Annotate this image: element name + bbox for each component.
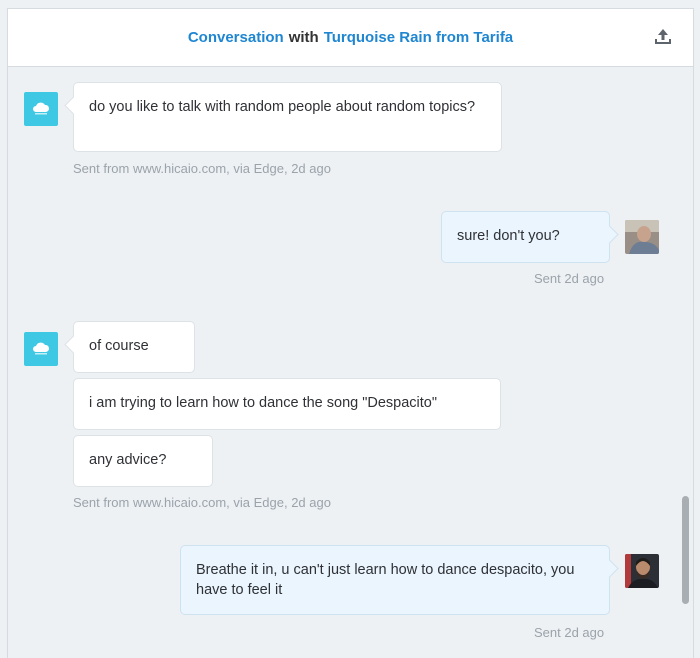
message-text: sure! don't you?	[457, 228, 560, 244]
message-text: any advice?	[89, 452, 167, 468]
bot-avatar	[24, 92, 58, 126]
upload-icon[interactable]	[653, 27, 673, 47]
message-meta: Sent from www.hicaio.com, via Edge, 2d a…	[73, 161, 331, 176]
cloud-icon	[33, 342, 50, 355]
message-meta: Sent 2d ago	[534, 625, 605, 640]
message-bubble-agent: sure! don't you?	[441, 211, 610, 263]
message-bubble-visitor: do you like to talk with random people a…	[73, 82, 502, 152]
header-title-conversation: Conversation	[187, 29, 284, 46]
header-title-with: with	[288, 29, 319, 46]
bot-avatar	[24, 332, 58, 366]
message-bubble-visitor: i am trying to learn how to dance the so…	[73, 378, 501, 430]
message-bubble-agent: Breathe it in, u can't just learn how to…	[180, 545, 610, 615]
cloud-icon	[33, 102, 50, 115]
visitor-name-link[interactable]: Turquoise Rain from Tarifa	[324, 29, 513, 46]
message-bubble-visitor: of course	[73, 321, 195, 373]
message-text: of course	[89, 338, 149, 354]
message-meta: Sent from www.hicaio.com, via Edge, 2d a…	[73, 495, 331, 510]
message-text: i am trying to learn how to dance the so…	[89, 395, 438, 411]
agent-avatar	[625, 554, 659, 588]
message-meta: Sent 2d ago	[534, 271, 605, 286]
message-text: Breathe it in, u can't just learn how to…	[196, 562, 575, 598]
message-text: do you like to talk with random people a…	[89, 99, 476, 115]
agent-avatar	[625, 220, 659, 254]
scrollbar-thumb[interactable]	[682, 496, 689, 604]
message-bubble-visitor: any advice?	[73, 435, 213, 487]
conversation-header: Conversation with Turquoise Rain from Ta…	[8, 8, 693, 67]
conversation-window: Conversation with Turquoise Rain from Ta…	[7, 8, 694, 658]
